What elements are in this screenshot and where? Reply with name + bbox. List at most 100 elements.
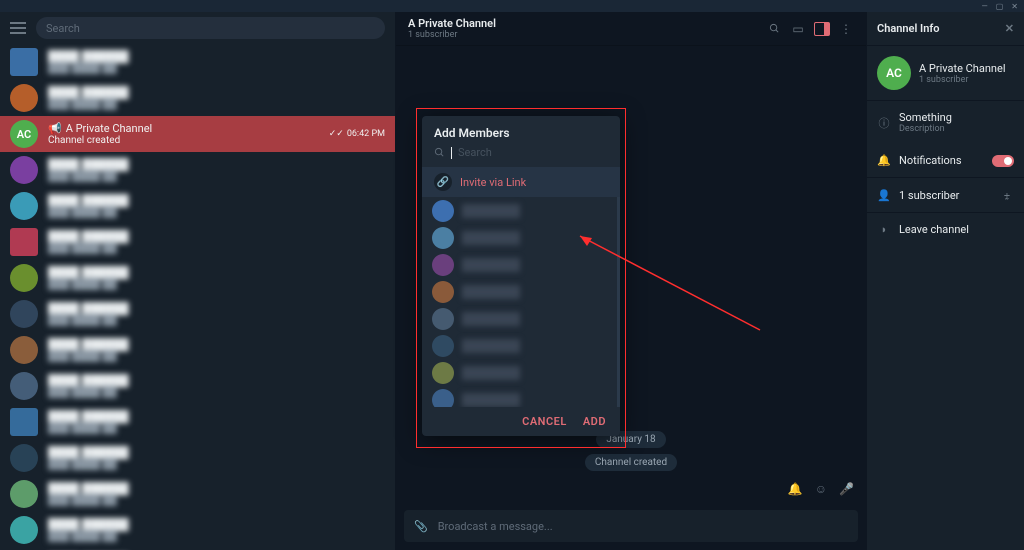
member-list[interactable] — [422, 197, 620, 407]
chat-list-item[interactable]: ████ █████████ ████ ██ — [0, 332, 395, 368]
notifications-icon[interactable]: 🔔 — [788, 482, 803, 496]
message-composer[interactable]: 📎 Broadcast a message... — [404, 510, 858, 542]
chat-list-item[interactable]: ████ █████████ ████ ██ — [0, 44, 395, 80]
chat-avatar — [10, 264, 38, 292]
search-icon — [434, 147, 445, 158]
chat-list-item[interactable]: ████ █████████ ████ ██ — [0, 260, 395, 296]
comments-icon[interactable]: ▭ — [790, 21, 806, 37]
chat-avatar — [10, 408, 38, 436]
search-icon[interactable] — [766, 21, 782, 37]
member-row[interactable] — [422, 305, 617, 332]
member-avatar — [432, 254, 454, 276]
chat-avatar — [10, 480, 38, 508]
voice-icon[interactable]: 🎤 — [839, 482, 854, 496]
member-avatar — [432, 308, 454, 330]
chat-avatar — [10, 444, 38, 472]
chat-list-item[interactable]: ████ █████████ ████ ██ — [0, 476, 395, 512]
member-name — [462, 204, 607, 218]
chat-list-item[interactable]: ████ █████████ ████ ██ — [0, 152, 395, 188]
leave-label: Leave channel — [899, 223, 969, 236]
member-avatar — [432, 362, 454, 384]
chat-list-item[interactable]: ████ █████████ ████ ██ — [0, 404, 395, 440]
dialog-search-input[interactable]: Search — [422, 146, 620, 167]
leave-channel-row[interactable]: ◗ Leave channel — [867, 213, 1024, 246]
chat-subtitle: 1 subscriber — [408, 30, 758, 40]
chat-avatar — [10, 48, 38, 76]
subscribers-label: 1 subscriber — [899, 189, 959, 202]
chat-list-item[interactable]: ████ █████████ ████ ██ — [0, 512, 395, 548]
dialog-title: Add Members — [422, 116, 620, 146]
exit-icon: ◗ — [877, 223, 891, 236]
invite-via-link-label: Invite via Link — [460, 176, 526, 189]
chat-header: A Private Channel 1 subscriber ▭ ⋮ — [396, 12, 866, 46]
add-member-icon[interactable]: ⨦ — [1000, 188, 1014, 202]
chat-list-item[interactable]: ████ █████████ ████ ██ — [0, 224, 395, 260]
chat-list-item[interactable]: AC📢A Private ChannelChannel created✓✓06:… — [0, 116, 395, 152]
chat-list-item[interactable]: ████ █████████ ████ ██ — [0, 440, 395, 476]
member-avatar — [432, 227, 454, 249]
add-button[interactable]: ADD — [583, 415, 606, 428]
member-avatar — [432, 200, 454, 222]
member-row[interactable] — [422, 332, 617, 359]
composer-placeholder: Broadcast a message... — [438, 520, 848, 533]
member-row[interactable] — [422, 197, 617, 224]
window-maximize-button[interactable]: ▢ — [996, 2, 1004, 11]
channel-avatar: AC — [877, 56, 911, 90]
menu-icon[interactable] — [10, 22, 26, 34]
chat-avatar — [10, 156, 38, 184]
member-name — [462, 312, 607, 326]
member-row[interactable] — [422, 386, 617, 407]
notifications-toggle[interactable] — [992, 155, 1014, 167]
member-name — [462, 393, 607, 407]
close-icon[interactable]: ✕ — [1005, 22, 1014, 35]
cancel-button[interactable]: CANCEL — [522, 415, 567, 428]
chat-list-item[interactable]: ████ █████████ ████ ██ — [0, 296, 395, 332]
window-close-button[interactable]: ✕ — [1011, 2, 1018, 11]
chat-item-subtitle: Channel created — [48, 135, 319, 146]
toggle-sidebar-icon[interactable] — [814, 22, 830, 36]
chat-avatar — [10, 336, 38, 364]
member-name — [462, 339, 607, 353]
member-row[interactable] — [422, 224, 617, 251]
text-caret — [451, 147, 452, 159]
chat-item-time: ✓✓06:42 PM — [329, 129, 385, 139]
chat-avatar — [10, 192, 38, 220]
subscribers-row[interactable]: 👤 1 subscriber ⨦ — [867, 178, 1024, 213]
info-icon: ⓘ — [877, 115, 891, 131]
window-titlebar: — ▢ ✕ — [0, 0, 1024, 12]
service-message: Channel created — [585, 454, 677, 471]
channel-info-panel: Channel Info ✕ AC A Private Channel 1 su… — [866, 12, 1024, 550]
channel-icon: 📢 — [48, 122, 62, 135]
description-label: Description — [899, 124, 952, 134]
sidebar-search-placeholder: Search — [46, 22, 80, 35]
channel-info-title: Channel Info — [877, 22, 939, 35]
chat-avatar — [10, 84, 38, 112]
sidebar: Search ████ █████████ ████ ██████ ██████… — [0, 12, 396, 550]
member-name — [462, 366, 607, 380]
member-row[interactable] — [422, 278, 617, 305]
chat-list-item[interactable]: ████ █████████ ████ ██ — [0, 368, 395, 404]
window-minimize-button[interactable]: — — [981, 2, 987, 11]
channel-info-name: A Private Channel — [919, 62, 1006, 75]
invite-via-link-row[interactable]: 🔗 Invite via Link — [422, 167, 620, 197]
chat-title: A Private Channel — [408, 17, 758, 30]
sidebar-search-input[interactable]: Search — [36, 17, 385, 39]
member-avatar — [432, 335, 454, 357]
channel-info-sub: 1 subscriber — [919, 75, 1006, 85]
bell-icon: 🔔 — [877, 154, 891, 167]
add-members-dialog: Add Members Search 🔗 Invite via Link CAN… — [422, 116, 620, 436]
member-avatar — [432, 389, 454, 408]
member-row[interactable] — [422, 359, 617, 386]
emoji-icon[interactable]: ☺ — [815, 482, 827, 496]
member-avatar — [432, 281, 454, 303]
chat-avatar — [10, 300, 38, 328]
member-name — [462, 231, 607, 245]
chat-avatar — [10, 372, 38, 400]
attach-icon[interactable]: 📎 — [414, 520, 428, 533]
chat-avatar — [10, 516, 38, 544]
member-row[interactable] — [422, 251, 617, 278]
chat-list-item[interactable]: ████ █████████ ████ ██ — [0, 80, 395, 116]
notifications-label: Notifications — [899, 154, 962, 167]
chat-list-item[interactable]: ████ █████████ ████ ██ — [0, 188, 395, 224]
more-icon[interactable]: ⋮ — [838, 21, 854, 37]
